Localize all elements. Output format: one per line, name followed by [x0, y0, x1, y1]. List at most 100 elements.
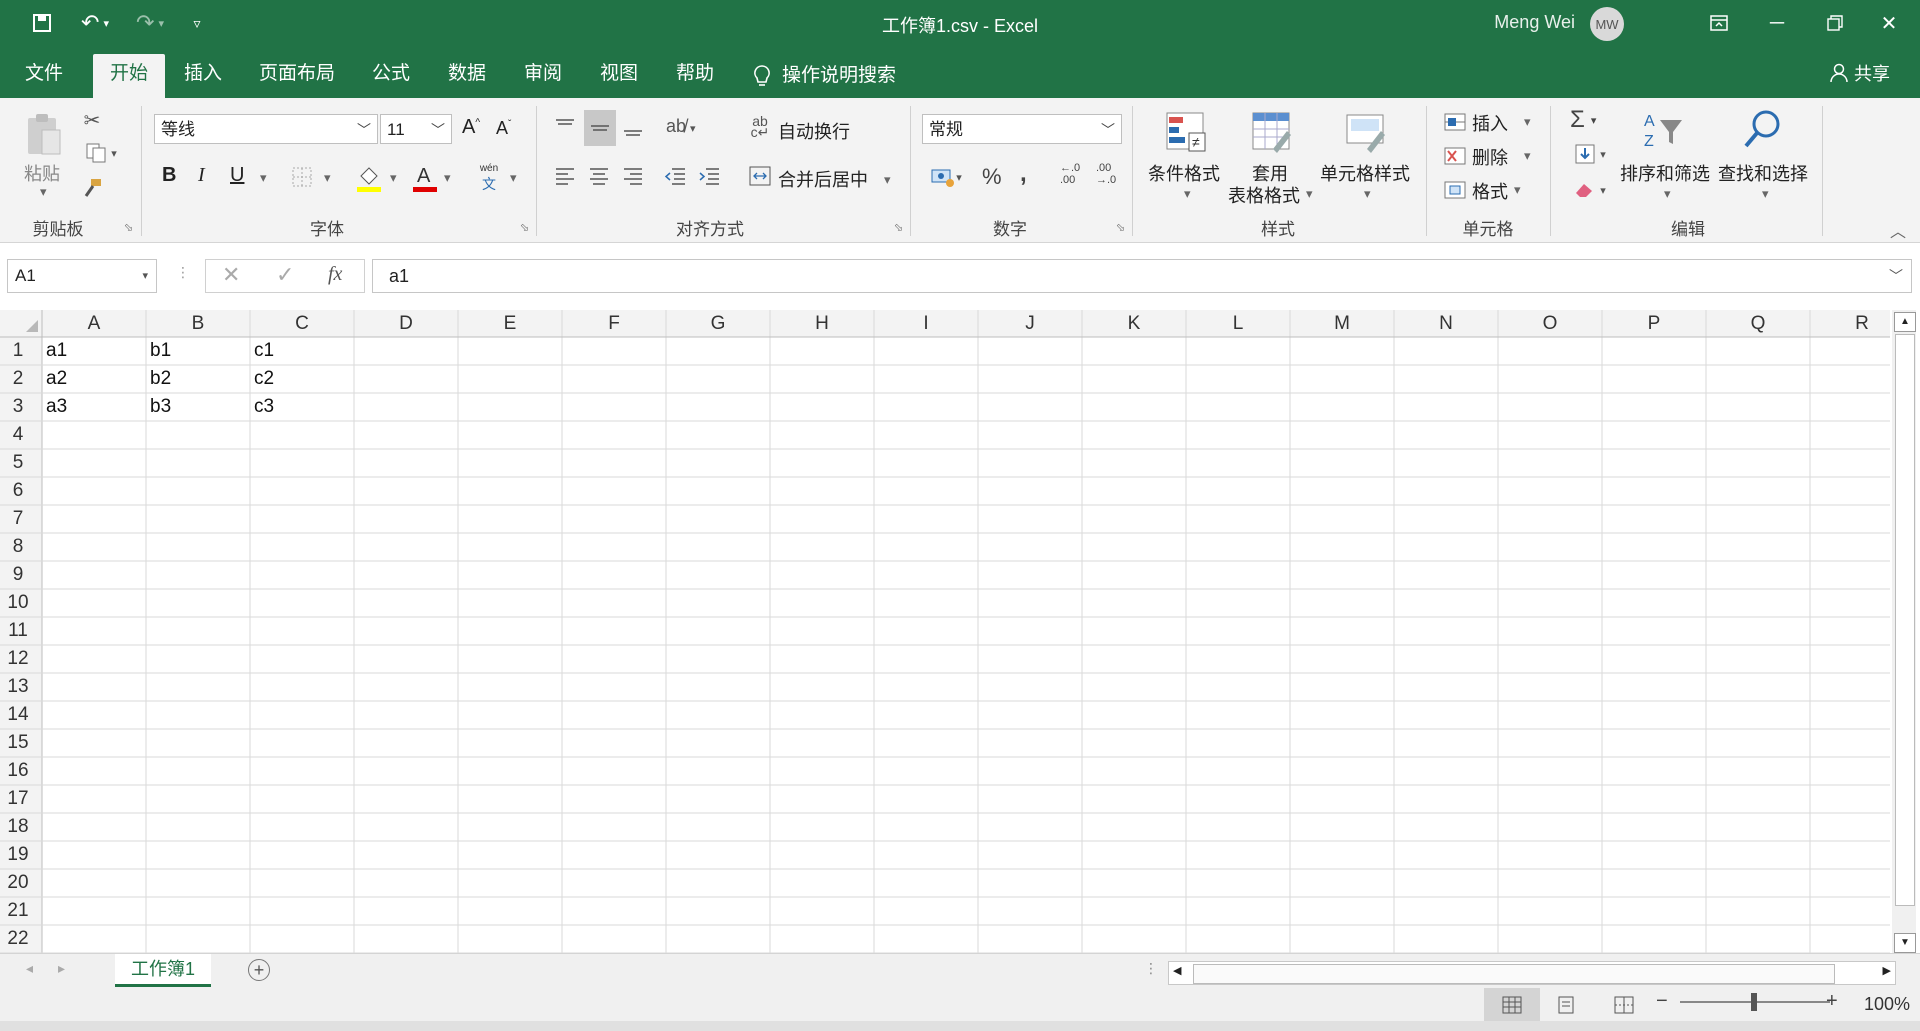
zoom-in-icon[interactable]: +	[1826, 990, 1838, 1013]
alignment-launcher-icon[interactable]: ⬂	[894, 221, 903, 234]
align-right-icon[interactable]	[620, 164, 646, 188]
format-as-table-label-2[interactable]: 表格格式	[1228, 182, 1300, 208]
cut-icon[interactable]: ✂	[80, 108, 104, 132]
cell[interactable]: b2	[146, 365, 250, 393]
find-select-label[interactable]: 查找和选择	[1718, 160, 1808, 186]
share-button[interactable]: 共享	[1830, 60, 1890, 86]
delete-cells-label[interactable]: 删除	[1472, 144, 1508, 170]
sort-filter-dropdown-icon[interactable]: ▾	[1664, 186, 1671, 202]
tell-me-search[interactable]: 操作说明搜索	[752, 54, 922, 98]
formula-bar-grip-icon[interactable]: ⋮	[176, 264, 190, 281]
column-header[interactable]: K	[1082, 310, 1186, 337]
row-header[interactable]: 9	[0, 561, 36, 589]
column-header[interactable]: I	[874, 310, 978, 337]
autosum-icon[interactable]: Σ ▾	[1570, 106, 1596, 134]
fill-color-icon[interactable]	[354, 162, 384, 192]
font-color-icon[interactable]: A	[410, 162, 440, 192]
align-middle-icon[interactable]	[584, 110, 616, 146]
row-header[interactable]: 11	[0, 617, 36, 645]
insert-cells-icon[interactable]	[1442, 110, 1468, 134]
minimize-icon[interactable]: ─	[1746, 0, 1808, 46]
row-header[interactable]: 4	[0, 421, 36, 449]
normal-view-icon[interactable]	[1484, 988, 1540, 1022]
comma-style-icon[interactable]: ,	[1020, 160, 1027, 188]
increase-font-icon[interactable]: A^	[462, 116, 480, 139]
name-box-dropdown-icon[interactable]: ▾	[142, 260, 148, 292]
tab-review[interactable]: 审阅	[512, 54, 574, 98]
align-left-icon[interactable]	[552, 164, 578, 188]
font-name-combo[interactable]: 等线 ﹀	[154, 114, 378, 144]
scroll-up-icon[interactable]: ▲	[1894, 312, 1916, 332]
paste-icon[interactable]	[22, 110, 66, 160]
copy-icon[interactable]: ▾	[80, 141, 122, 165]
expand-formula-icon[interactable]: ﹀	[1889, 260, 1903, 292]
format-cells-dropdown-icon[interactable]: ▾	[1514, 182, 1521, 198]
worksheet-grid[interactable]: ABCDEFGHIJKLMNOPQR 1 2 3 4 5 6 7 8 9 10 11 12 13 14 15…	[0, 310, 1890, 953]
font-color-dropdown-icon[interactable]: ▾	[444, 170, 451, 186]
underline-dropdown-icon[interactable]: ▾	[260, 170, 267, 186]
number-launcher-icon[interactable]: ⬂	[1116, 221, 1125, 234]
page-layout-view-icon[interactable]	[1556, 996, 1576, 1019]
horizontal-scroll-thumb[interactable]	[1193, 964, 1835, 984]
horizontal-scrollbar[interactable]: ◀ ▶	[1168, 961, 1896, 985]
column-header[interactable]: A	[42, 310, 146, 337]
zoom-out-icon[interactable]: −	[1656, 990, 1668, 1013]
cell[interactable]: a3	[42, 393, 146, 421]
phonetic-icon[interactable]: wén 文	[474, 162, 504, 194]
row-header[interactable]: 15	[0, 729, 36, 757]
restore-icon[interactable]	[1804, 0, 1866, 46]
insert-cells-label[interactable]: 插入	[1472, 110, 1508, 136]
format-as-table-dropdown-icon[interactable]: ▾	[1306, 186, 1313, 202]
align-bottom-icon[interactable]	[620, 114, 646, 144]
row-header[interactable]: 13	[0, 673, 36, 701]
column-header[interactable]: Q	[1706, 310, 1810, 337]
wrap-text-label[interactable]: 自动换行	[778, 118, 850, 144]
cell[interactable]: b3	[146, 393, 250, 421]
column-header[interactable]: R	[1810, 310, 1890, 337]
insert-cells-dropdown-icon[interactable]: ▾	[1524, 114, 1531, 130]
scroll-down-icon[interactable]: ▼	[1894, 933, 1916, 953]
row-header[interactable]: 2	[0, 365, 36, 393]
column-header[interactable]: C	[250, 310, 354, 337]
format-cells-icon[interactable]	[1442, 178, 1468, 202]
row-header[interactable]: 17	[0, 785, 36, 813]
row-header[interactable]: 20	[0, 869, 36, 897]
column-header[interactable]: H	[770, 310, 874, 337]
find-select-dropdown-icon[interactable]: ▾	[1762, 186, 1769, 202]
row-header[interactable]: 21	[0, 897, 36, 925]
clear-icon[interactable]: ▾	[1568, 178, 1612, 202]
cell[interactable]: a1	[42, 337, 146, 365]
conditional-dropdown-icon[interactable]: ▾	[1184, 186, 1191, 202]
orientation-icon[interactable]: ab̸ ▾	[666, 116, 696, 137]
insert-function-icon[interactable]: fx	[328, 263, 342, 286]
row-header[interactable]: 7	[0, 505, 36, 533]
cell-styles-icon[interactable]	[1342, 108, 1388, 154]
merge-center-label[interactable]: 合并后居中	[778, 166, 868, 192]
find-select-icon[interactable]	[1740, 106, 1784, 154]
cell[interactable]: c1	[250, 337, 354, 365]
vertical-scroll-thumb[interactable]	[1895, 334, 1915, 906]
align-center-icon[interactable]	[586, 164, 612, 188]
tab-view[interactable]: 视图	[588, 54, 650, 98]
row-header[interactable]: 19	[0, 841, 36, 869]
column-header[interactable]: G	[666, 310, 770, 337]
format-cells-label[interactable]: 格式	[1472, 178, 1508, 204]
column-header[interactable]: P	[1602, 310, 1706, 337]
number-format-combo[interactable]: 常规 ﹀	[922, 114, 1122, 144]
column-header[interactable]: F	[562, 310, 666, 337]
column-header[interactable]: N	[1394, 310, 1498, 337]
cancel-icon[interactable]: ✕	[222, 262, 240, 288]
delete-cells-icon[interactable]	[1442, 144, 1468, 168]
sort-filter-icon[interactable]: AZ	[1642, 106, 1686, 154]
tab-file[interactable]: 文件	[10, 54, 78, 98]
row-header[interactable]: 22	[0, 925, 36, 953]
accounting-format-icon[interactable]: ▾	[924, 164, 968, 190]
row-header[interactable]: 16	[0, 757, 36, 785]
delete-cells-dropdown-icon[interactable]: ▾	[1524, 148, 1531, 164]
cell[interactable]: c2	[250, 365, 354, 393]
column-header[interactable]: E	[458, 310, 562, 337]
merge-center-icon[interactable]	[748, 164, 772, 188]
scroll-right-icon[interactable]: ▶	[1883, 964, 1891, 977]
cell[interactable]: c3	[250, 393, 354, 421]
formula-input[interactable]: a1 ﹀	[372, 259, 1912, 293]
